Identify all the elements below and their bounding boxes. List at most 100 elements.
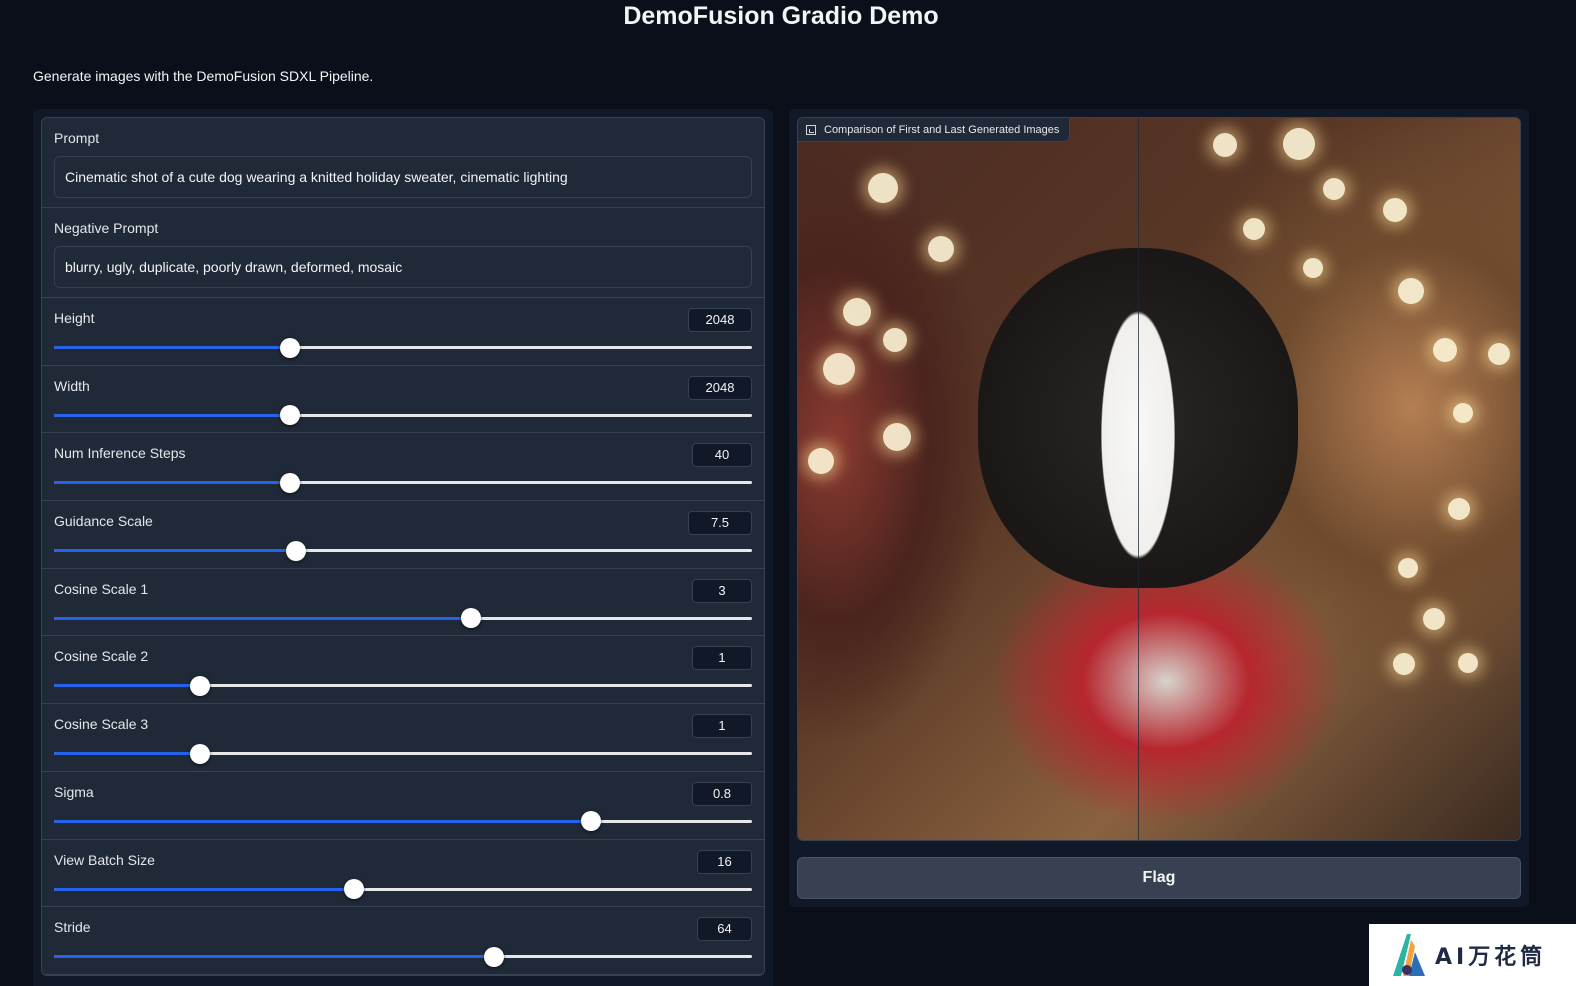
comparison-divider-handle[interactable] <box>1138 118 1139 840</box>
prompt-input[interactable]: Cinematic shot of a cute dog wearing a k… <box>54 156 752 198</box>
slider-guidance-scale: Guidance Scale 7.5 <box>42 501 764 569</box>
bokeh-light <box>1488 343 1510 365</box>
slider-thumb[interactable] <box>279 337 300 358</box>
slider-num-inference-steps: Num Inference Steps 40 <box>42 433 764 502</box>
slider-fill <box>54 752 200 756</box>
slider-thumb[interactable] <box>285 540 306 561</box>
slider-fill <box>54 549 296 553</box>
slider-cosine-scale-1: Cosine Scale 1 3 <box>42 569 764 637</box>
slider-thumb[interactable] <box>279 405 300 426</box>
input-column: Prompt Cinematic shot of a cute dog wear… <box>33 109 773 986</box>
slider-thumb[interactable] <box>483 946 504 967</box>
slider-fill <box>54 346 290 349</box>
slider-fill <box>54 955 494 959</box>
bokeh-light <box>1243 218 1265 240</box>
slider-thumb[interactable] <box>460 608 481 629</box>
comparison-image-slider[interactable]: Comparison of First and Last Generated I… <box>797 117 1521 841</box>
page-subtitle: Generate images with the DemoFusion SDXL… <box>33 68 374 84</box>
slider-track[interactable] <box>54 540 752 561</box>
watermark: AI万花筒 <box>1369 924 1576 986</box>
slider-label: Cosine Scale 3 <box>54 716 149 733</box>
slider-number-input[interactable]: 16 <box>697 849 752 874</box>
slider-track[interactable] <box>54 743 752 764</box>
bokeh-light <box>1213 133 1237 157</box>
slider-number-input[interactable]: 3 <box>692 578 752 603</box>
slider-thumb[interactable] <box>189 675 210 696</box>
slider-label: View Batch Size <box>54 851 155 868</box>
slider-fill <box>54 481 290 485</box>
bokeh-light <box>1448 498 1470 520</box>
slider-stride: Stride 64 <box>42 907 764 975</box>
bokeh-light <box>1323 178 1345 200</box>
prompt-block: Prompt Cinematic shot of a cute dog wear… <box>42 118 764 208</box>
flag-button[interactable]: Flag <box>797 857 1521 899</box>
slider-thumb[interactable] <box>279 472 300 493</box>
slider-number-input[interactable]: 1 <box>692 646 752 671</box>
output-column: Comparison of First and Last Generated I… <box>789 109 1529 907</box>
slider-fill <box>54 413 290 417</box>
slider-fill <box>54 616 471 620</box>
slider-fill <box>54 887 355 891</box>
slider-label: Height <box>54 310 95 326</box>
negative-prompt-label: Negative Prompt <box>54 220 159 236</box>
bokeh-light <box>1303 258 1323 278</box>
bokeh-light <box>1283 128 1315 160</box>
slider-track[interactable] <box>54 608 752 629</box>
slider-number-input[interactable]: 2048 <box>688 308 752 332</box>
slider-number-input[interactable]: 7.5 <box>688 511 752 536</box>
bokeh-light <box>1393 653 1415 675</box>
slider-number-input[interactable]: 40 <box>692 443 752 468</box>
bokeh-light <box>1398 278 1424 304</box>
bokeh-light <box>1433 338 1457 362</box>
bokeh-light <box>1383 198 1407 222</box>
slider-label: Width <box>54 377 90 394</box>
slider-number-input[interactable]: 64 <box>697 917 752 942</box>
slider-fill <box>54 684 200 688</box>
image-label-badge: Comparison of First and Last Generated I… <box>798 118 1071 142</box>
slider-width: Width 2048 <box>42 366 764 434</box>
slider-number-input[interactable]: 1 <box>692 714 752 739</box>
slider-track[interactable] <box>54 946 752 967</box>
bokeh-light <box>1398 558 1418 578</box>
slider-sigma: Sigma 0.8 <box>42 772 764 840</box>
bokeh-light <box>883 328 907 352</box>
input-panel: Prompt Cinematic shot of a cute dog wear… <box>41 117 765 976</box>
image-label-text: Comparison of First and Last Generated I… <box>824 123 1060 136</box>
bokeh-light <box>1458 653 1478 673</box>
slider-label: Sigma <box>54 783 94 800</box>
bokeh-light <box>928 236 954 262</box>
slider-label: Cosine Scale 2 <box>54 648 149 665</box>
slider-label: Guidance Scale <box>54 513 153 530</box>
slider-track[interactable] <box>54 879 752 899</box>
bokeh-light <box>868 173 898 203</box>
bokeh-light <box>843 298 871 326</box>
slider-height: Height 2048 <box>42 298 764 366</box>
slider-fill <box>54 819 592 823</box>
negative-prompt-block: Negative Prompt blurry, ugly, duplicate,… <box>42 208 764 298</box>
slider-track[interactable] <box>54 472 752 493</box>
slider-thumb[interactable] <box>189 743 210 764</box>
page-title: DemoFusion Gradio Demo <box>623 2 939 30</box>
slider-track[interactable] <box>54 405 752 426</box>
bokeh-light <box>823 353 855 385</box>
slider-track[interactable] <box>54 675 752 696</box>
bokeh-light <box>1423 608 1445 630</box>
watermark-logo-icon <box>1389 932 1429 978</box>
slider-number-input[interactable]: 0.8 <box>692 781 752 806</box>
watermark-text: AI万花筒 <box>1435 945 1547 970</box>
slider-label: Num Inference Steps <box>54 445 186 462</box>
slider-track[interactable] <box>54 811 752 832</box>
bokeh-light <box>883 423 911 451</box>
slider-number-input[interactable]: 2048 <box>688 375 752 400</box>
slider-label: Cosine Scale 1 <box>54 580 149 597</box>
slider-thumb[interactable] <box>581 811 602 832</box>
slider-track[interactable] <box>54 337 752 358</box>
prompt-label: Prompt <box>54 130 100 146</box>
bokeh-light <box>1453 403 1473 423</box>
negative-prompt-input[interactable]: blurry, ugly, duplicate, poorly drawn, d… <box>54 246 752 288</box>
slider-cosine-scale-2: Cosine Scale 2 1 <box>42 636 764 705</box>
bokeh-light <box>808 448 834 474</box>
slider-thumb[interactable] <box>344 879 365 899</box>
slider-cosine-scale-3: Cosine Scale 3 1 <box>42 704 764 772</box>
image-icon <box>806 124 816 135</box>
